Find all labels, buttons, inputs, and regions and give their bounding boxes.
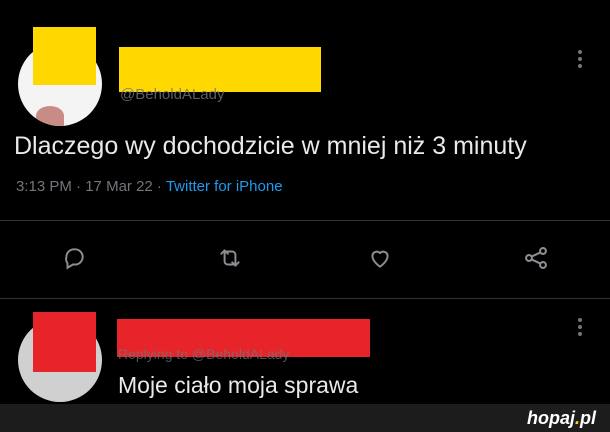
meta-separator: · xyxy=(152,178,166,195)
avatar-image xyxy=(36,106,64,126)
retweet-icon xyxy=(220,249,240,267)
censor-box-avatar xyxy=(33,27,96,85)
like-button[interactable] xyxy=(362,240,398,276)
more-options-icon[interactable] xyxy=(578,318,582,339)
reply-text: Moje ciało moja sprawa xyxy=(118,372,359,398)
divider xyxy=(0,220,610,221)
tweet-time: 3:13 PM xyxy=(16,178,72,195)
replying-to[interactable]: Replying to @BeholdALady xyxy=(118,346,289,362)
reply-button[interactable] xyxy=(56,240,92,276)
more-options-icon[interactable] xyxy=(578,50,582,71)
username-handle[interactable]: @BeholdALady xyxy=(120,86,224,103)
main-tweet: @BeholdALady Dlaczego wy dochodzicie w m… xyxy=(0,0,610,300)
reply-icon xyxy=(65,248,84,270)
tweet-text: Dlaczego wy dochodzicie w mniej niż 3 mi… xyxy=(14,132,527,160)
meta-separator: · xyxy=(71,178,86,195)
action-bar xyxy=(0,240,610,280)
censor-box-avatar xyxy=(33,312,96,372)
tweet-date[interactable]: 17 Mar 22 xyxy=(85,178,153,195)
divider xyxy=(0,298,610,299)
retweet-button[interactable] xyxy=(212,240,248,276)
watermark-bar xyxy=(0,404,610,432)
like-icon xyxy=(371,250,389,268)
tweet-source[interactable]: Twitter for iPhone xyxy=(166,178,283,195)
tweet-meta: 3:13 PM · 17 Mar 22 · Twitter for iPhone xyxy=(16,178,283,195)
share-icon xyxy=(525,247,547,269)
watermark-logo: hopaj.pl xyxy=(526,408,596,428)
share-button[interactable] xyxy=(518,240,554,276)
